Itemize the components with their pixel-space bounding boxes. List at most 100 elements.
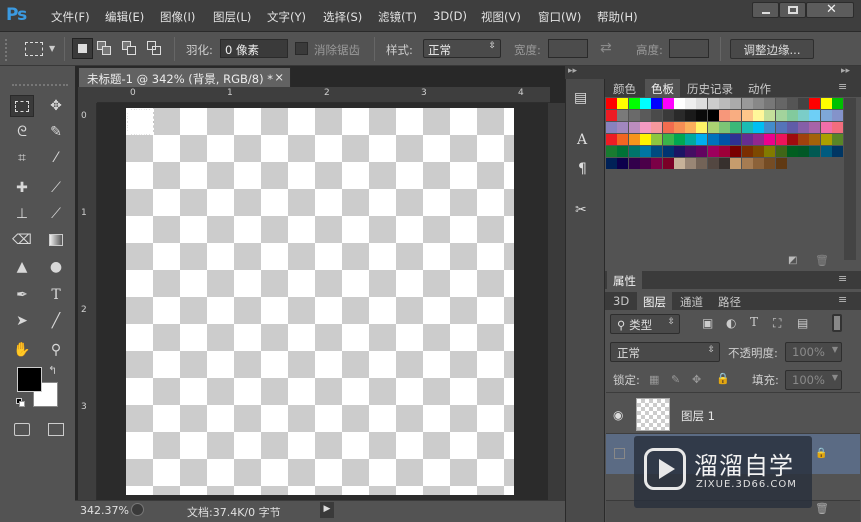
tab-layers[interactable]: 图层 [637,292,672,312]
color-swatch[interactable] [786,122,798,133]
swatches-scrollbar[interactable] [844,98,856,260]
gradient-tool[interactable] [44,229,68,251]
color-swatch[interactable] [617,110,629,121]
shape-filter-icon[interactable]: ⛶ [773,316,781,331]
color-swatch[interactable] [764,122,776,133]
color-swatch[interactable] [685,158,697,169]
color-swatch[interactable] [696,110,708,121]
color-swatch[interactable] [752,122,764,133]
color-swatch[interactable] [730,158,742,169]
menu-3d[interactable]: 3D(D) [433,9,467,23]
color-swatch[interactable] [617,98,629,109]
menu-edit[interactable]: 编辑(E) [105,9,144,25]
hand-tool[interactable]: ✋ [10,339,34,361]
color-swatch[interactable] [832,122,843,133]
color-swatch[interactable] [820,98,832,109]
color-swatch[interactable] [730,146,742,157]
color-swatch[interactable] [730,122,742,133]
color-swatch[interactable] [606,146,617,157]
grip-handle[interactable] [5,39,11,61]
color-swatch[interactable] [673,98,685,109]
color-swatch[interactable] [775,158,787,169]
tab-3d[interactable]: 3D [607,292,635,310]
color-swatch[interactable] [786,134,798,145]
color-swatch[interactable] [809,122,821,133]
tab-actions[interactable]: 动作 [742,79,777,99]
color-swatch[interactable] [820,110,832,121]
color-swatch[interactable] [809,134,821,145]
lasso-tool[interactable]: ᘓ [10,121,34,143]
color-swatch[interactable] [775,110,787,121]
type-filter-icon[interactable]: T [750,315,758,329]
smart-object-filter-icon[interactable]: ▤ [797,316,808,330]
menu-help[interactable]: 帮助(H) [597,9,638,25]
color-swatch[interactable] [719,110,730,121]
eraser-tool[interactable]: ⌫ [10,229,34,251]
minimize-button[interactable] [752,2,779,18]
move-tool[interactable]: ✥ [44,95,68,117]
color-swatch[interactable] [798,134,810,145]
collapse-icon[interactable]: ▸▸ [568,66,577,76]
color-swatch[interactable] [707,146,719,157]
color-swatch[interactable] [662,146,674,157]
color-swatch[interactable] [639,146,651,157]
lock-pixels-icon[interactable]: ✎ [671,373,680,386]
tools-icon[interactable]: ✂ [575,202,587,218]
expand-icon[interactable]: ▸▸ [841,66,850,76]
color-swatch[interactable] [719,98,730,109]
color-swatch[interactable] [685,134,697,145]
opacity-input[interactable]: 100% ▼ [785,342,842,362]
color-swatch[interactable] [685,98,697,109]
color-swatch[interactable] [719,146,730,157]
color-swatch[interactable] [752,110,764,121]
layer-name[interactable]: 图层 1 [681,408,715,424]
grip-handle[interactable] [12,84,68,88]
swap-colors-icon[interactable]: ↰ [48,364,57,377]
width-input[interactable] [548,39,588,58]
color-swatch[interactable] [798,146,810,157]
color-swatch[interactable] [707,158,719,169]
color-swatch[interactable] [775,146,787,157]
vertical-scrollbar[interactable] [548,103,565,500]
pixel-filter-icon[interactable]: ▣ [702,316,713,330]
chevron-down-icon[interactable]: ▼ [49,44,55,53]
marquee-tool-icon[interactable] [25,42,43,56]
color-swatch[interactable] [741,110,753,121]
menu-file[interactable]: 文件(F) [51,9,90,25]
color-swatch[interactable] [809,98,821,109]
color-swatch[interactable] [628,98,640,109]
visibility-toggle[interactable] [614,448,625,459]
antialias-checkbox[interactable] [295,42,308,55]
color-swatch[interactable] [696,158,708,169]
color-swatch[interactable] [707,98,719,109]
menu-select[interactable]: 选择(S) [323,9,362,25]
document-tab[interactable]: 未标题-1 @ 342% (背景, RGB/8) * × [78,67,291,87]
lock-position-icon[interactable]: ✥ [692,373,701,386]
character-icon[interactable]: A [577,132,587,148]
color-swatch[interactable] [673,146,685,157]
color-swatch[interactable] [639,98,651,109]
trash-icon[interactable]: 🗑 [815,502,829,515]
default-colors-icon[interactable] [16,398,26,408]
color-swatch[interactable] [752,158,764,169]
color-swatch[interactable] [639,110,651,121]
status-info-icon[interactable] [131,503,144,516]
color-swatch[interactable] [741,134,753,145]
color-swatch[interactable] [719,134,730,145]
tab-history[interactable]: 历史记录 [681,79,739,99]
panel-menu-icon[interactable]: ≡ [838,80,847,93]
menu-layer[interactable]: 图层(L) [213,9,251,25]
color-swatch[interactable] [685,110,697,121]
color-swatch[interactable] [617,122,629,133]
color-swatch[interactable] [752,146,764,157]
intersect-selection-button[interactable] [147,41,163,55]
color-swatch[interactable] [809,146,821,157]
color-swatch[interactable] [673,110,685,121]
adjustment-filter-icon[interactable]: ◐ [726,316,736,330]
color-swatch[interactable] [651,134,663,145]
color-swatch[interactable] [639,158,651,169]
color-swatch[interactable] [617,134,629,145]
screen-mode-button[interactable] [44,418,68,440]
transparent-canvas[interactable] [126,108,514,495]
color-swatch[interactable] [696,122,708,133]
